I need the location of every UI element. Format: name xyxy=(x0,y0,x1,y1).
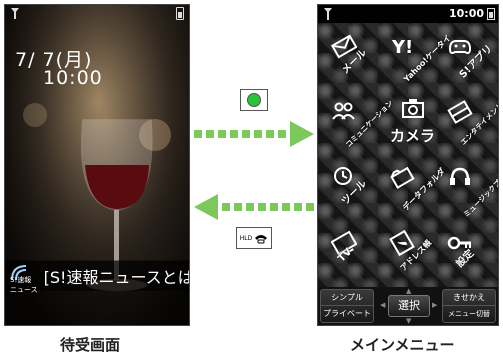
svg-text:Y!: Y! xyxy=(391,37,413,58)
softkey-left[interactable]: シンプル プライベート xyxy=(320,289,374,323)
softkey-left-top[interactable]: シンプル xyxy=(321,290,373,306)
end-key-box: HLD xyxy=(236,227,272,249)
menu-item-tv[interactable]: TV xyxy=(322,222,380,288)
yahoo-icon: Y! xyxy=(391,37,413,58)
left-arrow-icon: ◀ xyxy=(380,301,386,309)
softkey-left-bottom[interactable]: プライベート xyxy=(323,309,371,318)
status-bar: 10:00 xyxy=(318,5,498,23)
hld-label: HLD xyxy=(239,234,253,242)
menu-item-camera[interactable]: カメラ xyxy=(380,91,438,157)
up-arrow-icon: ▲ xyxy=(406,287,412,295)
camera-icon xyxy=(402,98,424,118)
menu-grid: メール Y! Yahoo!ケータイ S!アプリ コミュニケーション カメラ エン… xyxy=(322,25,498,288)
menu-item-communication[interactable]: コミュニケーション xyxy=(322,91,394,157)
clock: 10:00 xyxy=(448,7,484,20)
caption-standby: 待受画面 xyxy=(60,336,121,354)
music-player-icon xyxy=(450,167,470,185)
center-key-icon xyxy=(247,93,261,107)
battery-icon xyxy=(176,7,184,20)
battery-icon xyxy=(487,8,495,20)
menu-item-data-folder[interactable]: データフォルダ xyxy=(380,156,447,222)
antenna-icon xyxy=(324,8,332,20)
menu-item-entertainment[interactable]: エンタテイメント xyxy=(438,91,498,157)
down-arrow-icon: ▼ xyxy=(406,317,412,325)
menu-item-music-player[interactable]: ミュージックプレイヤー xyxy=(438,156,498,222)
communication-icon xyxy=(332,102,355,120)
softkey-right[interactable]: きせかえ メニュー切替 xyxy=(442,289,496,323)
softkey-right-top[interactable]: きせかえ xyxy=(443,290,495,306)
news-ticker[interactable]: S!速報 ニュース [S!速報ニュースとは xyxy=(5,261,189,294)
softkey-bar: シンプル プライベート ◀ ▲ 選択 ▼ ▶ きせかえ メニュー切替 xyxy=(318,287,498,325)
news-logo-icon: S!速報 ニュース xyxy=(8,262,38,294)
caption-main-menu: メインメニュー xyxy=(350,336,455,354)
menu-item-settings[interactable]: 設定 xyxy=(438,222,496,288)
menu-label: カメラ xyxy=(390,126,436,145)
arrow-right xyxy=(194,121,314,147)
standby-screen: 7/ 7(月) 10:00 S!速報 ニュース [S!速報ニュースとは xyxy=(4,4,190,326)
main-menu-screen: 10:00 メール Y! Yahoo!ケータイ S!アプリ コミュニケーション … xyxy=(317,4,499,326)
status-bar xyxy=(5,5,189,21)
entertainment-icon xyxy=(447,99,473,124)
data-folder-icon xyxy=(390,166,415,189)
menu-item-yahoo[interactable]: Y! Yahoo!ケータイ xyxy=(380,25,453,91)
right-arrow-icon: ▶ xyxy=(432,301,438,309)
menu-item-mail[interactable]: メール xyxy=(322,25,380,91)
end-call-icon xyxy=(255,235,268,244)
antenna-icon xyxy=(11,8,19,19)
menu-item-tool[interactable]: ツール xyxy=(322,156,380,222)
select-button[interactable]: 選択 xyxy=(388,295,430,317)
menu-item-app[interactable]: S!アプリ xyxy=(438,25,496,91)
softkey-right-bottom[interactable]: メニュー切替 xyxy=(448,310,490,318)
arrow-left xyxy=(194,194,314,220)
news-ticker-text[interactable]: [S!速報ニュースとは xyxy=(44,264,189,288)
menu-item-address-book[interactable]: アドレス帳 xyxy=(380,222,438,288)
center-key-box xyxy=(240,89,268,111)
standby-time: 10:00 xyxy=(43,67,103,89)
